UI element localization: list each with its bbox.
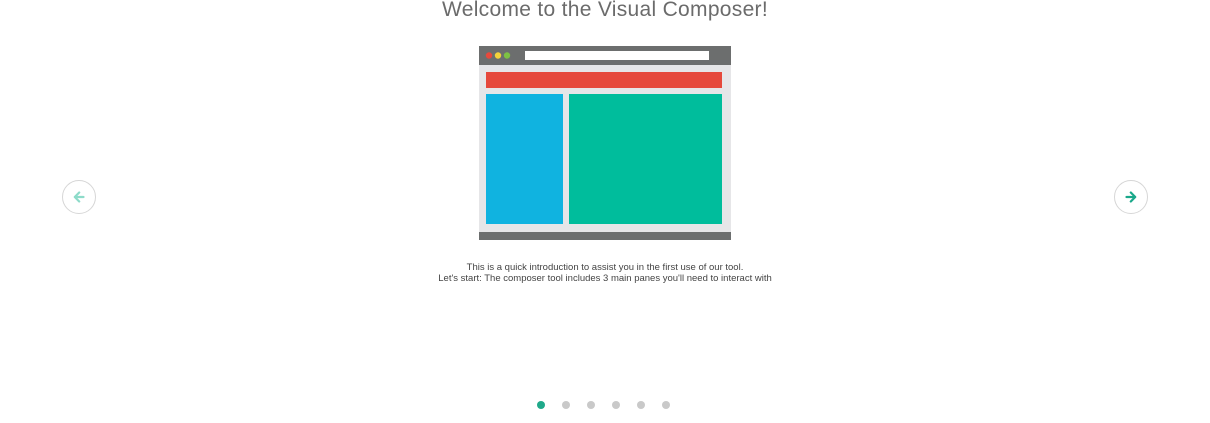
address-bar — [525, 51, 709, 60]
left-pane — [486, 94, 563, 224]
header-pane — [486, 72, 722, 88]
pagination-dot-3[interactable] — [587, 401, 595, 409]
intro-description: This is a quick introduction to assist y… — [0, 262, 1210, 284]
arrow-left-icon — [73, 191, 85, 203]
previous-slide-button[interactable] — [62, 180, 96, 214]
window-dot-yellow — [494, 52, 502, 59]
window-dot-green — [503, 52, 511, 59]
window-dot-red — [485, 52, 493, 59]
intro-description-line-1: This is a quick introduction to assist y… — [466, 262, 744, 273]
pagination-dot-1[interactable] — [537, 401, 545, 409]
welcome-intro-slide: Welcome to the Visual Composer! This is … — [0, 0, 1210, 423]
pagination-dot-5[interactable] — [637, 401, 645, 409]
browser-window-illustration — [479, 46, 731, 240]
pagination-dot-2[interactable] — [562, 401, 570, 409]
slide-pagination — [537, 401, 670, 409]
composer-illustration — [479, 46, 731, 240]
pagination-dot-6[interactable] — [662, 401, 670, 409]
intro-description-line-2: Let's start: The composer tool includes … — [438, 273, 772, 284]
arrow-right-icon — [1125, 191, 1137, 203]
pagination-dot-4[interactable] — [612, 401, 620, 409]
right-pane — [569, 94, 722, 224]
intro-title: Welcome to the Visual Composer! — [441, 0, 768, 21]
browser-bottom-bar — [479, 232, 731, 240]
next-slide-button[interactable] — [1114, 180, 1148, 214]
